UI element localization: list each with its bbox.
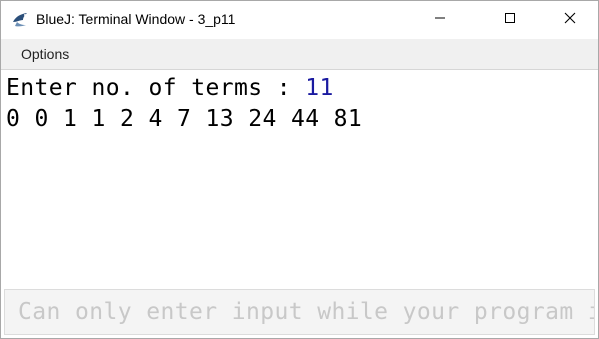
input-placeholder: Can only enter input while your program … <box>18 299 594 325</box>
minimize-icon <box>434 11 446 29</box>
maximize-icon <box>504 11 516 29</box>
terminal-line-output: 0 0 1 1 2 4 7 13 24 44 81 <box>6 106 363 132</box>
prompt-text: Enter no. of terms : <box>6 75 306 101</box>
menu-bar: Options <box>1 39 598 70</box>
bluej-bird-icon <box>11 10 31 30</box>
maximize-button[interactable] <box>487 1 533 39</box>
window-title: BlueJ: Terminal Window - 3_p11 <box>36 11 236 27</box>
minimize-button[interactable] <box>417 1 463 39</box>
menu-options[interactable]: Options <box>21 46 69 62</box>
close-icon <box>564 11 576 29</box>
user-input-echo: 11 <box>305 75 334 101</box>
terminal-window: BlueJ: Terminal Window - 3_p11 Options E… <box>0 0 599 339</box>
terminal-output-area[interactable]: Enter no. of terms : 11 0 0 1 1 2 4 7 13… <box>1 70 598 288</box>
close-button[interactable] <box>547 1 593 39</box>
terminal-input-field[interactable]: Can only enter input while your program … <box>4 289 595 335</box>
title-bar[interactable]: BlueJ: Terminal Window - 3_p11 <box>1 1 598 39</box>
terminal-line-prompt: Enter no. of terms : 11 <box>6 73 334 103</box>
